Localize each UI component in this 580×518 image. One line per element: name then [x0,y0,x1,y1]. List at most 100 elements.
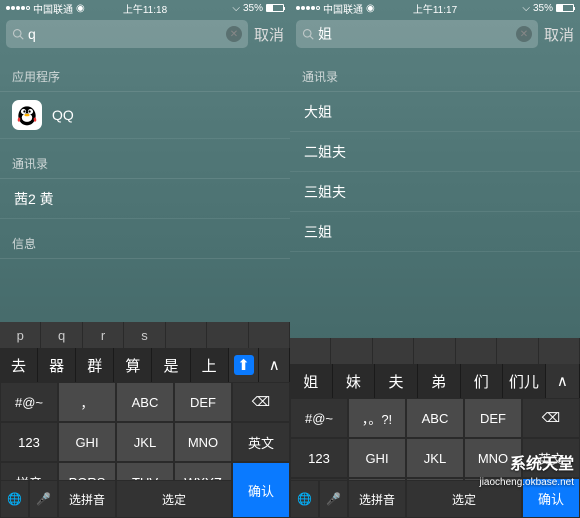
result-row-contact[interactable]: 三姐夫 [290,172,580,212]
watermark-url: jiaocheng.okbase.net [479,477,574,488]
signal-dots-icon [296,6,320,10]
suggest-cell[interactable]: q [41,322,82,348]
suggest-row [290,338,580,364]
expand-candidates-icon[interactable]: ∧ [546,364,580,398]
suggest-cell [331,338,372,364]
result-row-contact[interactable]: 大姐 [290,92,580,132]
candidate-cell[interactable]: 群 [76,348,114,382]
search-icon [12,28,24,40]
keyboard-bottom-row: 🌐 🎤 选拼音 选定 [0,480,290,518]
bluetooth-icon: ⌵ [232,3,240,14]
screen-right: 中国联通 ◉ 上午11:17 ⌵ 35% ✕ 取消 通讯录 大姐 二姐夫 三姐夫… [290,0,580,518]
candidate-row: 去 器 群 算 是 上 ⬆ ∧ [0,348,290,382]
search-input[interactable] [318,26,512,42]
key-symbols[interactable]: #@~ [0,382,58,422]
key-backspace[interactable]: ⌫ [232,382,290,422]
cancel-button[interactable]: 取消 [254,24,284,45]
status-bar: 中国联通 ◉ 上午11:18 ⌵ 35% [0,0,290,16]
result-row-app[interactable]: QQ [0,92,290,139]
bluetooth-icon: ⌵ [522,3,530,14]
candidate-cell[interactable]: 是 [152,348,190,382]
section-header-apps: 应用程序 [0,52,290,92]
key-english[interactable]: 英文 [232,422,290,462]
suggest-cell [539,338,580,364]
suggest-row: p q r s [0,322,290,348]
key-globe[interactable]: 🌐 [290,480,319,518]
suggest-cell [414,338,455,364]
candidate-row: 姐 妹 夫 弟 们 们儿 ∧ [290,364,580,398]
candidate-cell[interactable]: 们儿 [503,364,546,398]
globe-icon: 🌐 [297,492,312,506]
keyboard: p q r s 去 器 群 算 是 上 ⬆ ∧ #@~ ， ABC DEF ⌫ … [0,322,290,518]
search-input[interactable] [28,26,222,42]
clear-icon[interactable]: ✕ [516,26,532,42]
search-row: ✕ 取消 [0,16,290,52]
battery-icon [266,4,284,12]
key-globe[interactable]: 🌐 [0,480,29,518]
result-row-contact[interactable]: 二姐夫 [290,132,580,172]
cancel-button[interactable]: 取消 [544,24,574,45]
suggest-cell [207,322,248,348]
section-header-contacts: 通讯录 [0,139,290,179]
candidate-cell[interactable]: 夫 [375,364,418,398]
key-backspace[interactable]: ⌫ [522,398,580,438]
key-jkl[interactable]: JKL [406,438,464,478]
key-ghi[interactable]: GHI [348,438,406,478]
suggest-cell[interactable]: r [83,322,124,348]
suggest-cell[interactable]: p [0,322,41,348]
search-row: ✕ 取消 [290,16,580,52]
candidate-cell[interactable]: 上 [191,348,229,382]
battery-pct: 35% [243,3,263,14]
key-comma[interactable]: ， [58,382,116,422]
key-123[interactable]: 123 [0,422,58,462]
key-abc[interactable]: ABC [116,382,174,422]
search-icon [302,28,314,40]
key-mno[interactable]: MNO [174,422,232,462]
key-symbols[interactable]: #@~ [290,398,348,438]
result-row-contact[interactable]: 三姐 [290,212,580,252]
result-label: 二姐夫 [304,142,346,162]
clear-icon[interactable]: ✕ [226,26,242,42]
key-punct[interactable]: ，。?! [348,398,406,438]
result-label: 三姐夫 [304,182,346,202]
mic-icon: 🎤 [326,492,341,506]
clock-label: 上午11:17 [413,1,457,16]
suggest-cell[interactable]: s [124,322,165,348]
candidate-cell[interactable]: 姐 [290,364,333,398]
mic-icon: 🎤 [36,492,51,506]
candidate-cell[interactable]: 算 [114,348,152,382]
key-ghi[interactable]: GHI [58,422,116,462]
key-def[interactable]: DEF [174,382,232,422]
search-box[interactable]: ✕ [296,20,538,48]
search-box[interactable]: ✕ [6,20,248,48]
candidate-cell[interactable]: 去 [0,348,38,382]
section-header-contacts: 通讯录 [290,52,580,92]
clock-label: 上午11:18 [123,1,167,16]
candidate-cell[interactable]: 弟 [418,364,461,398]
key-abc[interactable]: ABC [406,398,464,438]
key-mic[interactable]: 🎤 [319,480,348,518]
candidate-cell[interactable]: 妹 [333,364,376,398]
status-bar: 中国联通 ◉ 上午11:17 ⌵ 35% [290,0,580,16]
suggest-cell [497,338,538,364]
wifi-icon: ◉ [366,3,375,14]
key-select-pinyin[interactable]: 选拼音 [58,480,116,518]
key-123[interactable]: 123 [290,438,348,478]
shift-up-icon[interactable]: ⬆ [229,348,260,382]
wifi-icon: ◉ [76,3,85,14]
qq-app-icon [12,100,42,130]
signal-dots-icon [6,6,30,10]
result-row-contact[interactable]: 茜2 黄 [0,179,290,219]
keyboard: 姐 妹 夫 弟 们 们儿 ∧ #@~ ，。?! ABC DEF ⌫ 123 GH… [290,338,580,518]
key-jkl[interactable]: JKL [116,422,174,462]
key-select-pinyin[interactable]: 选拼音 [348,480,406,518]
expand-candidates-icon[interactable]: ∧ [259,348,290,382]
candidate-cell[interactable]: 器 [38,348,76,382]
key-def[interactable]: DEF [464,398,522,438]
screen-left: 中国联通 ◉ 上午11:18 ⌵ 35% ✕ 取消 应用程序 QQ 通讯录 茜2… [0,0,290,518]
suggest-cell [373,338,414,364]
key-mic[interactable]: 🎤 [29,480,58,518]
candidate-cell[interactable]: 们 [461,364,504,398]
key-select[interactable]: 选定 [116,480,232,518]
suggest-cell [166,322,207,348]
